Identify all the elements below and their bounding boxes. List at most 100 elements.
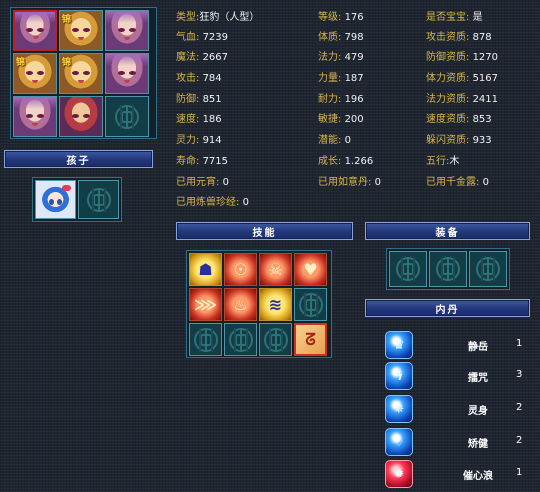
stat-spirit: 灵力: 914 xyxy=(176,135,222,146)
inner-pill-item[interactable]: ✹ 催心浪 1 xyxy=(383,459,533,489)
pet-slot-1[interactable] xyxy=(13,10,57,51)
empty-slot-knot-icon xyxy=(295,289,326,320)
stat-dodge-aptitude: 躲闪资质: 933 xyxy=(426,135,492,146)
empty-slot-knot-icon xyxy=(190,324,221,355)
child-slot-2[interactable] xyxy=(78,180,119,219)
stat-def-aptitude: 防御资质: 1270 xyxy=(426,52,499,63)
inner-spirit-icon[interactable]: ✵ xyxy=(385,395,413,423)
pet-slot-2[interactable]: 锦 xyxy=(59,10,103,51)
stat-hp-aptitude: 体力资质: 5167 xyxy=(426,73,499,84)
stat-agility: 敏捷: 200 xyxy=(318,114,364,125)
stat-defense: 防御: 851 xyxy=(176,94,222,105)
pet-grid: 锦 锦 锦 xyxy=(10,7,157,139)
skill-heart-icon-glyph: ♥ xyxy=(303,259,318,279)
inner-pill-name: 灵身 xyxy=(468,406,488,417)
equipment-header: 装备 xyxy=(365,222,530,240)
pet-portrait xyxy=(15,12,55,49)
pet-badge: 锦 xyxy=(62,58,72,68)
skill-silhouette-icon-glyph: ☗ xyxy=(198,259,213,279)
pet-slot-9[interactable] xyxy=(105,96,149,137)
inner-pill-name: 催心浪 xyxy=(463,471,493,482)
inner-spirit-icon-glyph: ✵ xyxy=(393,401,405,417)
stat-attack: 攻击: 784 xyxy=(176,73,222,84)
inner-lightning-icon[interactable]: ϟ xyxy=(385,362,413,390)
pet-slot-7[interactable] xyxy=(13,96,57,137)
skill-slot-empty[interactable] xyxy=(224,323,257,356)
pet-portrait xyxy=(106,54,148,93)
equipment-slot-3[interactable] xyxy=(469,251,507,287)
stat-level: 等级: 176 xyxy=(318,12,364,23)
inner-pill-name: 静岳 xyxy=(468,342,488,353)
pet-portrait xyxy=(14,97,56,136)
stat-lianshou: 已用炼兽珍经: 0 xyxy=(176,197,249,208)
stat-ruyidan: 已用如意丹: 0 xyxy=(318,177,381,188)
inner-pill-item[interactable]: ϟ 擂咒 3 xyxy=(383,361,533,391)
equipment-slot-2[interactable] xyxy=(429,251,467,287)
pet-slot-3[interactable] xyxy=(105,10,149,51)
skill-owl-icon-glyph: ☉ xyxy=(233,259,248,279)
skill-claw-icon[interactable]: ⋙ xyxy=(189,288,222,321)
stat-speed-aptitude: 速度资质: 853 xyxy=(426,114,492,125)
stat-speed: 速度: 186 xyxy=(176,114,222,125)
equipment-slots xyxy=(386,248,510,290)
skill-slot-empty[interactable] xyxy=(259,323,292,356)
stat-strength: 力量: 187 xyxy=(318,73,364,84)
empty-slot-knot-icon xyxy=(260,324,291,355)
skill-claw-icon-glyph: ⋙ xyxy=(194,294,217,314)
pet-slot-6[interactable] xyxy=(105,53,149,94)
stat-growth: 成长: 1.266 xyxy=(318,156,374,167)
stat-element: 五行:木 xyxy=(426,156,460,167)
pet-slot-8[interactable] xyxy=(59,96,103,137)
skill-skull-icon[interactable]: ☠ xyxy=(259,253,292,286)
skill-silhouette-icon[interactable]: ☗ xyxy=(189,253,222,286)
inner-wave-icon-glyph: ✹ xyxy=(393,466,405,482)
inner-agility-icon[interactable]: ♢ xyxy=(385,428,413,456)
pet-slot-5[interactable]: 锦 xyxy=(59,53,103,94)
stat-qianjinlu: 已用千金露: 0 xyxy=(426,177,489,188)
inner-mountain-icon[interactable]: ♛ xyxy=(385,331,413,359)
stat-baby: 是否宝宝: 是 xyxy=(426,12,483,23)
inner-pill-item[interactable]: ♛ 静岳 1 xyxy=(383,330,533,360)
inner-pill-level: 1 xyxy=(516,338,523,349)
inner-pill-header: 内丹 xyxy=(365,299,530,317)
stat-magic: 法力: 479 xyxy=(318,52,364,63)
inner-wave-icon[interactable]: ✹ xyxy=(385,460,413,488)
inner-pill-name: 擂咒 xyxy=(468,373,488,384)
inner-pill-item[interactable]: ✵ 灵身 2 xyxy=(383,394,533,424)
inner-pill-level: 3 xyxy=(516,369,523,380)
child-slots xyxy=(32,177,122,222)
stat-atk-aptitude: 攻击资质: 878 xyxy=(426,32,492,43)
inner-mountain-icon-glyph: ♛ xyxy=(393,337,405,353)
skill-swirl-icon-glyph: ᘔ xyxy=(305,329,316,349)
skill-slot-empty[interactable] xyxy=(189,323,222,356)
empty-slot-knot-icon xyxy=(79,181,118,218)
skill-owl-icon[interactable]: ☉ xyxy=(224,253,257,286)
empty-slot-knot-icon xyxy=(470,252,506,286)
stat-type: 类型:狂豹（人型） xyxy=(176,12,260,23)
empty-slot-knot-icon xyxy=(106,97,148,136)
inner-agility-icon-glyph: ♢ xyxy=(393,434,405,450)
skill-wave-icon[interactable]: ≋ xyxy=(259,288,292,321)
stat-endurance: 耐力: 196 xyxy=(318,94,364,105)
pet-badge: 锦 xyxy=(16,58,26,68)
skill-fire-icon-glyph: ♨ xyxy=(233,294,248,314)
empty-slot-knot-icon xyxy=(390,252,426,286)
inner-pill-level: 2 xyxy=(516,402,523,413)
inner-pill-level: 2 xyxy=(516,435,523,446)
inner-pill-item[interactable]: ♢ 矫健 2 xyxy=(383,427,533,457)
equipment-slot-1[interactable] xyxy=(389,251,427,287)
child-portrait xyxy=(36,181,75,218)
pet-slot-4[interactable]: 锦 xyxy=(13,53,57,94)
stat-yuanxiao: 已用元宵: 0 xyxy=(176,177,229,188)
skill-fire-icon[interactable]: ♨ xyxy=(224,288,257,321)
inner-lightning-icon-glyph: ϟ xyxy=(394,368,404,384)
skill-swirl-icon[interactable]: ᘔ xyxy=(294,323,327,356)
skill-grid: ☗ ☉ ☠ ♥ ⋙ ♨ ≋ ᘔ xyxy=(186,250,332,358)
child-slot-1[interactable] xyxy=(35,180,76,219)
stat-constitution: 体质: 798 xyxy=(318,32,364,43)
skill-slot-empty[interactable] xyxy=(294,288,327,321)
stat-potential: 潜能: 0 xyxy=(318,135,351,146)
skill-heart-icon[interactable]: ♥ xyxy=(294,253,327,286)
inner-pill-level: 1 xyxy=(516,467,523,478)
inner-pill-name: 矫健 xyxy=(468,439,488,450)
